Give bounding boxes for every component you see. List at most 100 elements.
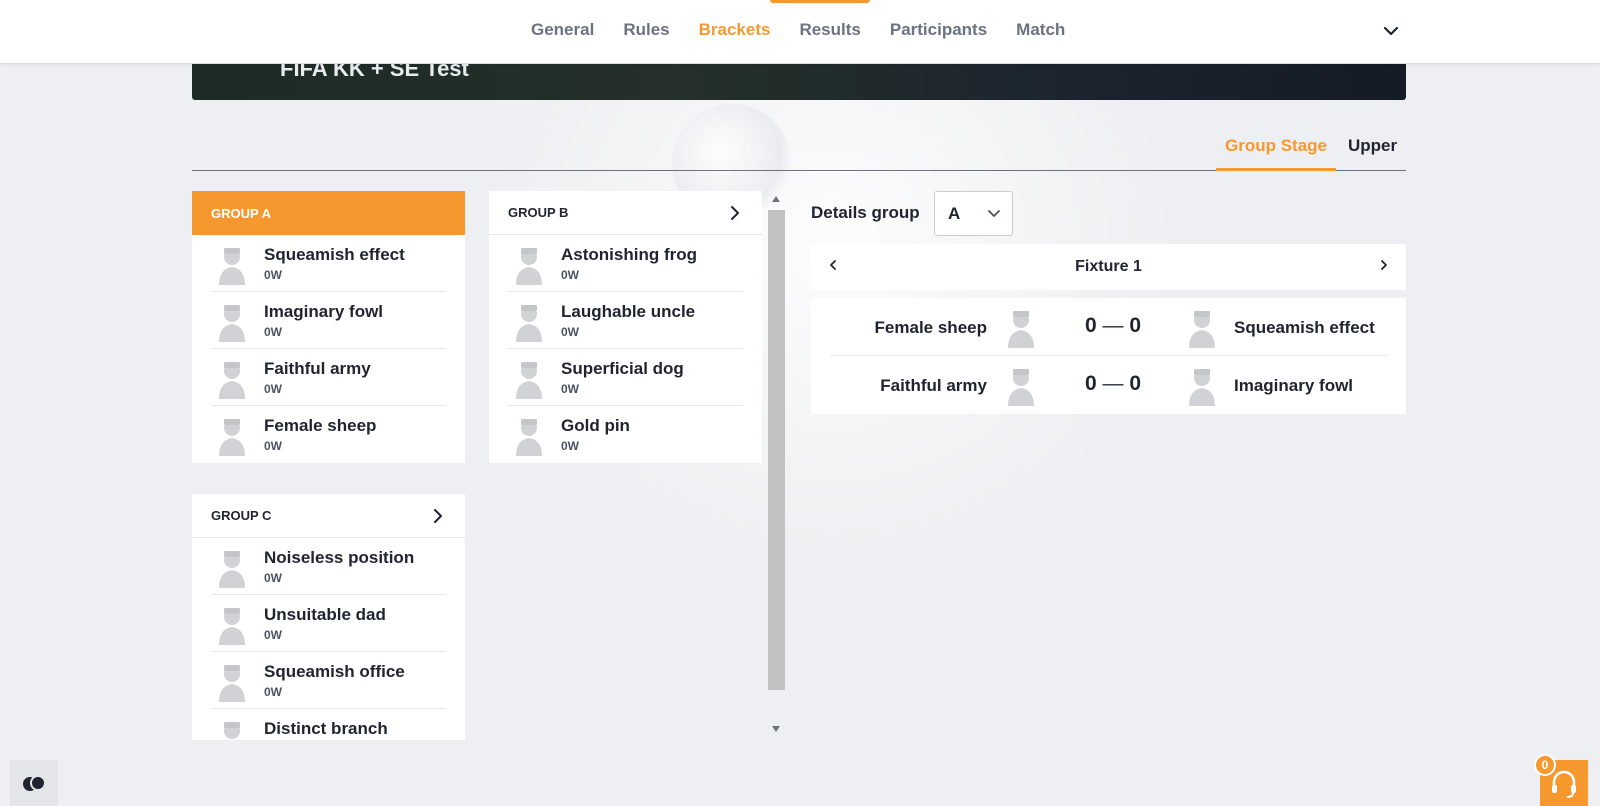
team-row[interactable]: Superficial dog 0W [508, 349, 743, 406]
groups-scrollbar[interactable] [768, 196, 785, 738]
team-name: Laughable uncle [561, 302, 696, 321]
team-wins: 0W [561, 439, 579, 453]
team-name: Female sheep [264, 416, 377, 435]
match-score: 0 — 0 [1078, 372, 1148, 396]
tab-results[interactable]: Results [799, 20, 860, 40]
avatar-icon [219, 551, 245, 588]
chevron-down-icon[interactable] [1380, 20, 1402, 42]
scrollbar-thumb[interactable] [768, 210, 785, 690]
match-row[interactable]: Faithful army 0 — 0 Imaginary fowl [830, 356, 1387, 414]
away-score: 0 [1129, 314, 1142, 337]
chevron-right-icon[interactable] [429, 507, 447, 525]
chevron-down-icon [988, 210, 1000, 217]
fixture-matches: Female sheep 0 — 0 Squeamish effect Fait… [811, 298, 1406, 414]
support-notification-badge: 0 [1534, 754, 1556, 776]
theme-toggle-icon [23, 775, 46, 791]
team-name: Imaginary fowl [264, 302, 384, 321]
tournament-banner: FIFA KK + SE Test [192, 60, 1406, 100]
avatar-icon [516, 248, 542, 285]
details-group-select[interactable]: A [934, 191, 1013, 236]
match-row[interactable]: Female sheep 0 — 0 Squeamish effect [830, 298, 1387, 356]
theme-toggle-button[interactable] [10, 760, 58, 806]
team-name: Unsuitable dad [264, 605, 386, 624]
avatar-icon [219, 608, 245, 645]
away-score: 0 [1129, 372, 1142, 395]
team-wins: 0W [264, 325, 282, 339]
stage-tabs: Group Stage Upper [192, 128, 1406, 171]
group-header[interactable]: GROUP B [489, 191, 762, 235]
group-header[interactable]: GROUP C [192, 494, 465, 538]
avatar-icon [219, 419, 245, 456]
scroll-down-arrow-icon[interactable] [772, 726, 780, 732]
team-name: Squeamish effect [264, 245, 405, 264]
avatar-icon [516, 305, 542, 342]
team-wins: 0W [264, 685, 282, 699]
avatar-icon [219, 362, 245, 399]
tab-general[interactable]: General [531, 20, 594, 40]
tab-rules[interactable]: Rules [623, 20, 669, 40]
group-title: GROUP A [211, 205, 271, 221]
match-score: 0 — 0 [1078, 314, 1148, 338]
team-row[interactable]: Gold pin 0W [508, 406, 743, 463]
team-name: Faithful army [264, 359, 371, 378]
fixture-title: Fixture 1 [1075, 258, 1142, 275]
team-wins: 0W [264, 268, 282, 282]
away-team-name: Imaginary fowl [1234, 376, 1354, 395]
avatar-icon [224, 722, 240, 739]
avatar-icon [1189, 369, 1215, 406]
group-card-b: GROUP B Astonishing frog 0W Laughable un… [489, 191, 762, 463]
home-team-name: Faithful army [880, 376, 987, 395]
group-header[interactable]: GROUP A [192, 191, 465, 235]
top-navigation: General Rules Brackets Results Participa… [0, 0, 1600, 64]
nav-tabs: General Rules Brackets Results Participa… [531, 20, 1094, 40]
nav-accent-bar [770, 0, 870, 3]
group-card-a: GROUP A Squeamish effect 0W Imaginary fo… [192, 191, 465, 463]
away-team-name: Squeamish effect [1234, 318, 1375, 337]
team-row[interactable]: Faithful army 0W [211, 349, 446, 406]
avatar-icon [1189, 311, 1215, 348]
tab-brackets[interactable]: Brackets [699, 20, 771, 40]
team-name: Noiseless position [264, 548, 415, 567]
avatar-icon [219, 665, 245, 702]
tab-match[interactable]: Match [1016, 20, 1065, 40]
team-wins: 0W [264, 439, 282, 453]
home-score: 0 [1084, 314, 1097, 337]
team-name: Astonishing frog [561, 245, 697, 264]
tab-participants[interactable]: Participants [890, 20, 987, 40]
team-row[interactable]: Female sheep 0W [211, 406, 446, 463]
team-wins: 0W [561, 268, 579, 282]
team-row[interactable]: Astonishing frog 0W [508, 235, 743, 292]
avatar-icon [516, 419, 542, 456]
group-card-c: GROUP C Noiseless position 0W Unsuitable… [192, 494, 465, 740]
avatar-icon [1008, 369, 1034, 406]
scroll-up-arrow-icon[interactable] [772, 196, 780, 202]
details-group-label: Details group [811, 203, 920, 222]
score-separator: — [1102, 372, 1124, 395]
avatar-icon [516, 362, 542, 399]
chevron-right-icon[interactable] [1376, 256, 1392, 274]
team-row[interactable]: Noiseless position 0W [211, 538, 446, 595]
team-row[interactable]: Squeamish effect 0W [211, 235, 446, 292]
team-name: Squeamish office [264, 662, 405, 681]
avatar-icon [219, 248, 245, 285]
avatar-icon [1008, 311, 1034, 348]
team-wins: 0W [264, 571, 282, 585]
active-tab-underline [1216, 168, 1336, 171]
tab-upper[interactable]: Upper [1348, 136, 1397, 156]
tab-group-stage[interactable]: Group Stage [1225, 136, 1327, 156]
team-row[interactable]: Unsuitable dad 0W [211, 595, 446, 652]
chevron-right-icon[interactable] [726, 204, 744, 222]
selected-group-value: A [948, 204, 961, 223]
team-name: Gold pin [561, 416, 630, 435]
team-row[interactable]: Squeamish office 0W [211, 652, 446, 709]
team-wins: 0W [264, 382, 282, 396]
team-row[interactable]: Imaginary fowl 0W [211, 292, 446, 349]
fixture-header: Fixture 1 [811, 244, 1406, 290]
team-wins: 0W [561, 325, 579, 339]
team-row[interactable]: Laughable uncle 0W [508, 292, 743, 349]
group-title: GROUP C [211, 508, 272, 523]
score-separator: — [1102, 314, 1124, 337]
team-row[interactable]: Distinct branch [211, 709, 446, 740]
home-score: 0 [1084, 372, 1097, 395]
group-title: GROUP B [508, 205, 569, 220]
